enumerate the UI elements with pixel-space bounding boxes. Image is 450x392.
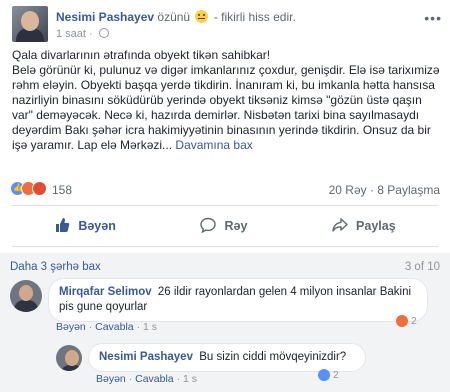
angry-reaction-icon <box>396 315 408 327</box>
reply-reaction-count: 2 <box>333 369 339 381</box>
thumbs-up-icon <box>54 217 70 236</box>
feeling-prefix: özünü <box>157 10 191 24</box>
comments-shares-count[interactable]: 20 Rəy · 8 Paylaşma <box>329 183 440 197</box>
comment-time[interactable]: 1 s <box>143 321 157 333</box>
share-button[interactable]: Paylaş <box>332 217 396 236</box>
post-time[interactable]: 1 saat <box>56 28 86 40</box>
post-author-line: Nesimi Pashayev özünü - fikirli hiss edi… <box>56 10 296 24</box>
divider <box>12 205 438 206</box>
post-text: Qala divarlarının ətrafında obyekt tikən… <box>12 48 440 153</box>
author-avatar[interactable] <box>12 6 48 42</box>
comment-icon <box>200 217 217 236</box>
comments-pagination: 3 of 10 <box>404 261 440 273</box>
comment-bubble: Mirqafar Selimov 26 ildir rayonlardan ge… <box>48 278 428 322</box>
post-author-name[interactable]: Nesimi Pashayev <box>56 10 154 24</box>
comment-reply-link[interactable]: Cavabla <box>95 321 134 333</box>
feeling-suffix: - fikirli hiss edir. <box>213 10 296 24</box>
commenter-avatar[interactable] <box>10 280 42 312</box>
post-line-2: Belə görünür ki, pulunuz və digər imkanl… <box>12 63 440 152</box>
reply-text: Bu sizin ciddi mövqeyinizdir? <box>199 351 347 363</box>
comment-author[interactable]: Mirqafar Selimov <box>59 286 152 298</box>
reply-like-link[interactable]: Bəyən <box>96 373 126 385</box>
share-button-label: Paylaş <box>356 219 396 233</box>
reply-actions: Bəyən · Cavabla · 1 s <box>96 373 198 385</box>
comment-reactions[interactable]: 2 <box>396 315 417 327</box>
reaction-count[interactable]: 158 <box>52 183 72 197</box>
thinking-emoji-icon <box>195 10 209 23</box>
like-button-label: Bəyən <box>78 219 116 233</box>
reply-reply-link[interactable]: Cavabla <box>135 373 174 385</box>
reply-time[interactable]: 1 s <box>183 373 197 385</box>
comment-actions: Bəyən · Cavabla · 1 s <box>56 321 158 333</box>
angry-reaction-icon[interactable] <box>32 181 47 196</box>
post-header: Nesimi Pashayev özünü - fikirli hiss edi… <box>12 4 442 42</box>
reply-author[interactable]: Nesimi Pashayev <box>99 351 193 363</box>
like-button[interactable]: Bəyən <box>54 217 116 236</box>
more-horizontal-icon[interactable]: ••• <box>424 10 442 26</box>
post-meta: 1 saat · <box>56 28 109 40</box>
continue-reading-link[interactable]: Davamına bax <box>175 138 252 152</box>
reply-avatar[interactable] <box>56 345 82 371</box>
comment-reaction-count: 2 <box>411 315 417 327</box>
like-reaction-icon <box>318 369 330 381</box>
divider <box>12 246 438 247</box>
reply-bubble: Nesimi Pashayev Bu sizin ciddi mövqeyini… <box>88 343 366 372</box>
comment-button-label: Rəy <box>224 219 248 233</box>
post-actions: Bəyən Rəy Paylaş <box>12 210 438 242</box>
comment-like-link[interactable]: Bəyən <box>56 321 86 333</box>
globe-icon <box>98 28 109 38</box>
share-icon <box>332 217 348 236</box>
post-line-1: Qala divarlarının ətrafında obyekt tikən… <box>12 48 271 62</box>
comment-button[interactable]: Rəy <box>200 217 247 236</box>
comments-section: Daha 3 şərhə bax 3 of 10 Mirqafar Selimo… <box>0 253 450 392</box>
reply-reactions[interactable]: 2 <box>318 369 339 381</box>
reactions-bar: 158 20 Rəy · 8 Paylaşma <box>10 180 440 198</box>
view-more-comments-link[interactable]: Daha 3 şərhə bax <box>10 261 101 273</box>
